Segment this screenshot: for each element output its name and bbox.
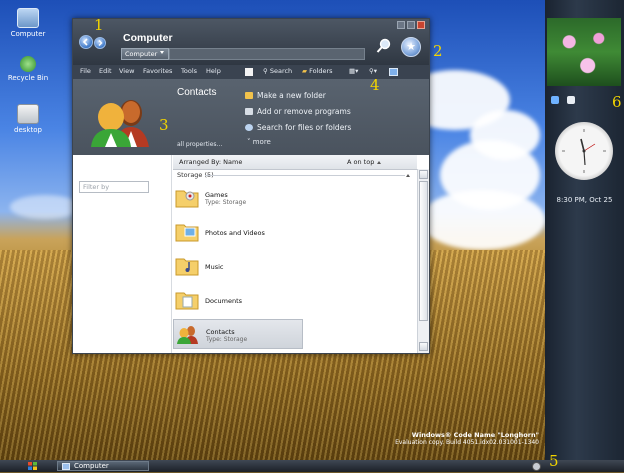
arranged-by-label[interactable]: Arranged By: Name — [179, 158, 242, 166]
computer-icon — [62, 463, 70, 470]
slideshow-tile[interactable] — [547, 18, 621, 86]
list-item[interactable]: Photos and Videos — [173, 217, 405, 247]
arrow-left-icon — [82, 38, 88, 46]
build-watermark: Windows® Code Name "Longhorn" Evaluation… — [395, 431, 539, 446]
list-item[interactable]: Games Type: Storage — [173, 183, 405, 213]
taskbar-button-computer[interactable]: Computer — [57, 461, 149, 471]
callout-2: 2 — [433, 42, 443, 60]
folder-icon — [17, 104, 39, 124]
arrow-right-icon — [98, 40, 103, 46]
title-bar: Computer Computer ★ — [73, 19, 429, 65]
group-divider — [205, 175, 405, 176]
preview-pane-icon[interactable] — [389, 68, 398, 76]
callout-1: 1 — [94, 16, 104, 34]
clock-tile[interactable] — [555, 122, 613, 180]
list-item[interactable]: Documents — [173, 285, 405, 315]
sidebar: 8:30 PM, Oct 25 — [545, 0, 624, 460]
address-track — [169, 48, 365, 60]
sort-order-label[interactable]: A on top — [347, 158, 374, 166]
clock-face-icon — [562, 129, 606, 173]
contacts-icon — [177, 326, 198, 344]
desktop-icon-recycle-bin[interactable]: Recycle Bin — [6, 56, 50, 82]
sidebar-add-icon[interactable] — [567, 96, 575, 104]
maximize-button[interactable] — [407, 21, 415, 29]
search-icon — [376, 38, 391, 53]
sort-arrow-icon[interactable] — [377, 161, 381, 164]
task-pane-title: Contacts — [177, 87, 217, 98]
explorer-window: Computer Computer ★ File Edit View Favor… — [72, 18, 430, 354]
item-list: Games Type: Storage Photos and Videos Mu… — [173, 179, 413, 353]
programs-icon — [245, 108, 253, 115]
address-bar[interactable]: Computer — [121, 48, 169, 60]
task-add-remove-programs[interactable]: Add or remove programs — [245, 107, 351, 116]
scroll-thumb[interactable] — [419, 181, 428, 321]
list-item-selected[interactable]: Contacts Type: Storage — [173, 319, 303, 349]
more-tasks-link[interactable]: ˅ more — [247, 138, 271, 146]
callout-6: 6 — [612, 93, 622, 111]
close-button[interactable] — [417, 21, 425, 29]
menu-tools[interactable]: Tools — [181, 67, 197, 75]
new-folder-icon — [245, 92, 253, 99]
toolbar-folders[interactable]: ▰ Folders — [302, 67, 333, 75]
views-button[interactable]: ▦▾ — [349, 67, 358, 75]
minimize-button[interactable] — [397, 21, 405, 29]
search-options-icon: ⚲▾ — [369, 67, 378, 75]
music-folder-icon — [175, 258, 199, 276]
search-icon: ⚲ — [263, 67, 268, 75]
desktop-icon-computer[interactable]: Computer — [6, 8, 50, 38]
folder-icon: ▰ — [302, 67, 307, 75]
star-icon: ★ — [406, 40, 416, 53]
task-make-new-folder[interactable]: Make a new folder — [245, 91, 326, 100]
callout-5: 5 — [549, 452, 559, 470]
filter-input[interactable]: Filter by — [79, 181, 149, 193]
chevron-down-icon: ˅ — [247, 138, 251, 146]
vertical-scrollbar[interactable] — [417, 169, 429, 353]
games-folder-icon — [175, 190, 199, 208]
sidebar-settings-icon[interactable] — [551, 96, 559, 104]
computer-icon — [17, 8, 39, 28]
toolbar-search-options[interactable]: ⚲▾ — [369, 67, 377, 75]
desktop-icon-desktop[interactable]: desktop — [6, 104, 50, 134]
search-button[interactable] — [375, 37, 393, 55]
arrange-bar[interactable]: Arranged By: Name A on top — [173, 155, 417, 170]
list-item[interactable]: Music — [173, 251, 405, 281]
delete-icon[interactable] — [245, 68, 253, 76]
callout-3: 3 — [159, 116, 169, 134]
toolbar-search[interactable]: ⚲ Search — [263, 67, 292, 75]
menu-file[interactable]: File — [80, 67, 91, 75]
address-dropdown-icon[interactable] — [160, 51, 164, 54]
search-icon — [245, 124, 253, 131]
navigation-pane: Filter by — [73, 155, 172, 353]
menu-favorites[interactable]: Favorites — [143, 67, 172, 75]
menu-edit[interactable]: Edit — [99, 67, 112, 75]
windows-logo-icon — [28, 462, 37, 470]
start-button[interactable] — [26, 461, 40, 471]
favorites-button[interactable]: ★ — [401, 37, 421, 57]
tray-icon[interactable] — [532, 462, 541, 471]
documents-folder-icon — [175, 292, 199, 310]
scroll-down-button[interactable] — [419, 342, 428, 351]
task-search-files[interactable]: Search for files or folders — [245, 123, 351, 132]
menu-help[interactable]: Help — [206, 67, 221, 75]
scroll-up-button[interactable] — [419, 170, 428, 179]
forward-button[interactable] — [94, 37, 106, 49]
collapse-group-icon[interactable] — [406, 174, 410, 177]
all-properties-link[interactable]: all properties... — [177, 141, 222, 148]
views-icon: ▦▾ — [349, 67, 359, 75]
recycle-bin-icon — [20, 56, 36, 72]
back-button[interactable] — [79, 35, 93, 49]
clock-time: 8:30 PM, Oct 25 — [556, 196, 613, 204]
window-title: Computer — [123, 32, 173, 44]
contacts-large-icon — [87, 89, 157, 147]
photos-folder-icon — [175, 224, 199, 242]
menu-view[interactable]: View — [119, 67, 134, 75]
callout-4: 4 — [370, 76, 380, 94]
